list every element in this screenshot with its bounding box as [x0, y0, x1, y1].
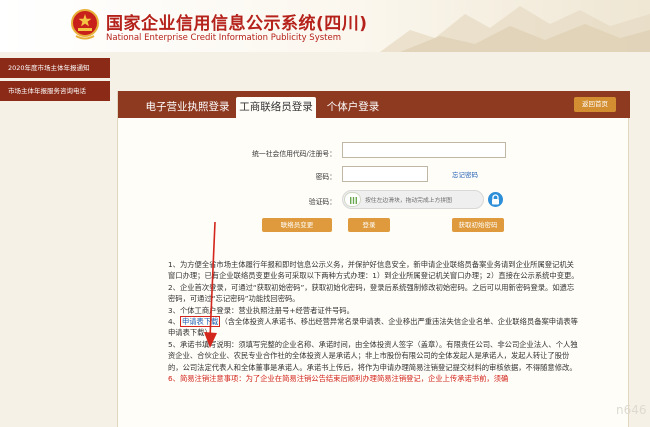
forgot-password-link[interactable]: 忘记密码 — [452, 169, 478, 179]
national-emblem-icon — [71, 9, 99, 40]
get-initial-password-button[interactable]: 获取初始密码 — [452, 218, 504, 232]
captcha-slider[interactable]: 按住左边滑块，拖动完成上方拼图 — [342, 190, 484, 209]
slider-hint: 按住左边滑块，拖动完成上方拼图 — [365, 198, 452, 204]
login-button[interactable]: 登录 — [348, 218, 390, 232]
back-home-button[interactable]: 返回首页 — [574, 97, 616, 112]
credit-code-label: 统一社会信用代码/注册号： — [252, 150, 336, 158]
password-label: 密码： — [315, 173, 336, 181]
captcha-label: 验证码： — [308, 198, 336, 206]
login-panel: 电子营业执照登录 工商联络员登录 个体户登录 返回首页 统一社会信用代码/注册号… — [117, 91, 630, 427]
lock-icon — [488, 192, 503, 207]
watermark: n646 — [616, 403, 647, 417]
slider-handle[interactable] — [344, 192, 361, 207]
tab-liaison-login[interactable]: 工商联络员登录 — [236, 97, 316, 118]
change-liaison-button[interactable]: 联络员变更 — [262, 218, 332, 232]
site-title: 国家企业信用信息公示系统(四川) — [106, 14, 368, 34]
site-header: 国家企业信用信息公示系统(四川) National Enterprise Cre… — [0, 0, 650, 52]
tab-bar: 电子营业执照登录 工商联络员登录 个体户登录 返回首页 — [118, 91, 630, 118]
annotation-arrow-icon — [204, 221, 217, 348]
site-subtitle: National Enterprise Credit Information P… — [106, 33, 341, 43]
notice-item-6: 6、简易注销注意事项：为了企业在简易注销公告结束后顺利办理简易注销登记，企业上传… — [168, 374, 509, 384]
mountain-banner-icon — [380, 6, 650, 52]
password-input[interactable] — [342, 166, 428, 182]
grip-icon — [350, 197, 357, 204]
credit-code-input[interactable] — [342, 142, 506, 158]
sidebar-item-consult-phone[interactable]: 市场主体年报服务咨询电话 — [0, 81, 110, 101]
notice-4-prefix: 4、 — [168, 317, 180, 327]
tab-individual-login[interactable]: 个体户登录 — [318, 97, 388, 118]
tab-e-license-login[interactable]: 电子营业执照登录 — [140, 97, 235, 118]
sidebar-item-annual-report-notice[interactable]: 2020年度市场主体年报通知 — [0, 58, 110, 78]
